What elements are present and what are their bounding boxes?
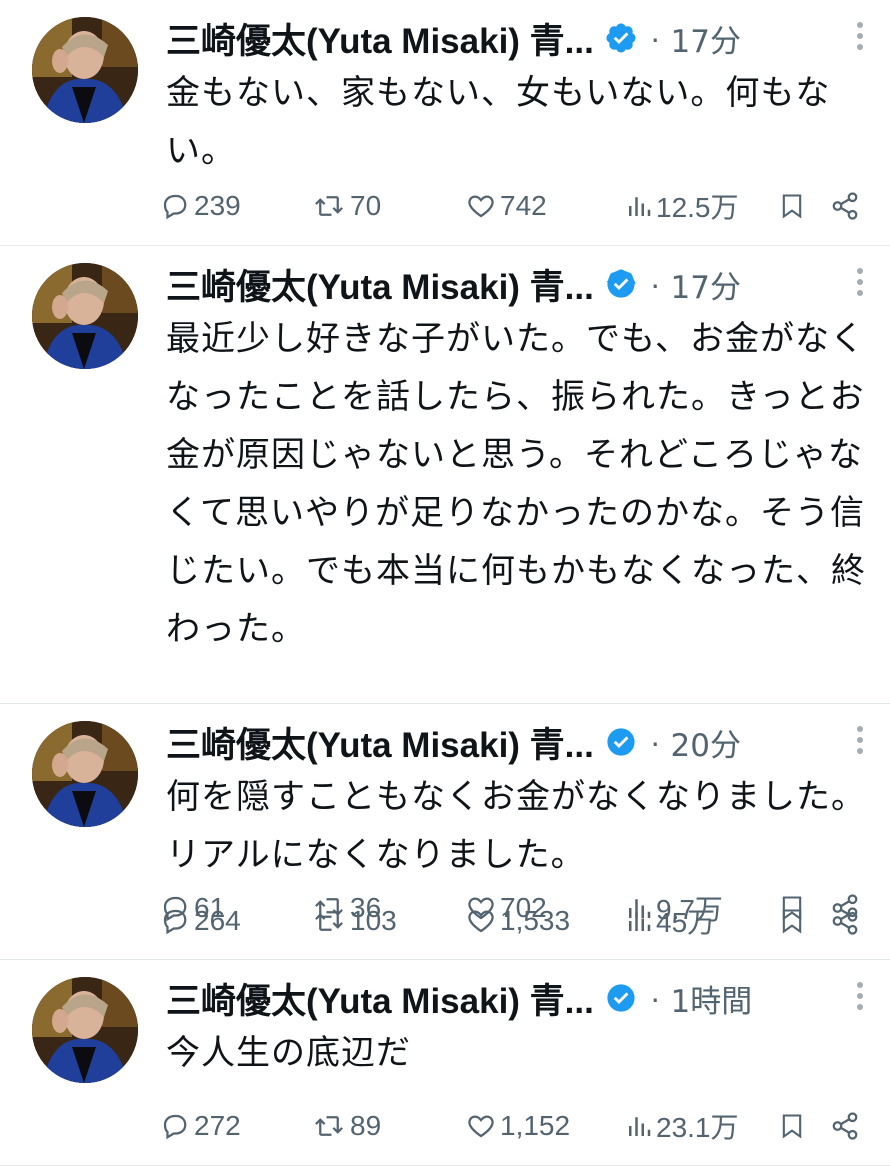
action-bar: 264 103 1,533 45万 xyxy=(0,901,890,941)
author-name[interactable]: 三崎優太(Yuta Misaki) 青... xyxy=(166,973,594,1024)
retweet-count: 103 xyxy=(350,905,397,936)
heart-icon xyxy=(468,910,494,933)
avatar[interactable] xyxy=(32,17,138,123)
views-button[interactable]: 23.1万 xyxy=(626,1106,739,1146)
share-icon xyxy=(832,192,858,220)
retweet-button[interactable]: 103 xyxy=(312,901,397,941)
tweet-text: 何を隠すこともなくお金がなくなりました。リアルになくなりました。 xyxy=(166,777,866,875)
share-button[interactable] xyxy=(830,186,860,226)
tweet[interactable]: 三崎優太(Yuta Misaki) 青... · 20分 何を隠すこともなくお金… xyxy=(0,704,890,960)
more-options-icon[interactable] xyxy=(852,982,868,1018)
tweet[interactable]: 三崎優太(Yuta Misaki) 青... · 1時間 今人生の底辺だ 272… xyxy=(0,960,890,1166)
tweet[interactable]: 三崎優太(Yuta Misaki) 青... · 17分 金もない、家もない、女… xyxy=(0,0,890,246)
reply-icon xyxy=(163,909,187,935)
like-count: 742 xyxy=(500,190,547,221)
views-button[interactable]: 45万 xyxy=(626,901,715,941)
reply-count: 272 xyxy=(194,1110,241,1141)
verified-badge-icon xyxy=(606,23,636,53)
share-icon xyxy=(832,907,858,935)
bookmark-icon xyxy=(782,909,802,934)
views-count: 12.5万 xyxy=(656,192,739,223)
reply-button[interactable]: 272 xyxy=(160,1106,241,1146)
bookmark-button[interactable] xyxy=(778,1106,806,1146)
tweet-text: 金もない、家もない、女もいない。何もない。 xyxy=(166,73,831,171)
more-options-icon[interactable] xyxy=(852,22,868,58)
verified-badge-icon xyxy=(607,728,635,756)
views-button[interactable]: 12.5万 xyxy=(626,186,739,226)
retweet-icon xyxy=(315,1116,343,1136)
like-button[interactable]: 742 xyxy=(466,186,547,226)
tweet-feed: 三崎優太(Yuta Misaki) 青... · 17分 金もない、家もない、女… xyxy=(0,0,890,1166)
author-name[interactable]: 三崎優太(Yuta Misaki) 青... xyxy=(166,717,594,768)
reply-icon xyxy=(163,1114,187,1140)
separator-dot: · xyxy=(649,19,661,56)
retweet-count: 70 xyxy=(350,190,382,221)
timestamp[interactable]: 1時間 xyxy=(671,976,753,1021)
views-count: 23.1万 xyxy=(656,1112,739,1143)
reply-icon xyxy=(163,194,187,220)
reply-count: 239 xyxy=(194,190,241,221)
author-name[interactable]: 三崎優太(Yuta Misaki) 青... xyxy=(166,259,594,310)
separator-dot: · xyxy=(649,265,661,302)
avatar[interactable] xyxy=(32,977,138,1083)
reply-button[interactable]: 264 xyxy=(160,901,241,941)
retweet-button[interactable]: 89 xyxy=(312,1106,381,1146)
more-options-icon[interactable] xyxy=(852,726,868,762)
tweet-text: 最近少し好きな子がいた。でも、お金がなくなったことを話したら、振られた。きっとお… xyxy=(166,319,866,649)
bookmark-icon xyxy=(782,1114,802,1139)
tweet-text: 今人生の底辺だ xyxy=(166,1033,411,1073)
avatar[interactable] xyxy=(32,263,138,369)
retweet-icon xyxy=(315,196,343,216)
like-count: 1,533 xyxy=(500,905,571,936)
views-chart-icon xyxy=(629,912,651,931)
views-count: 45万 xyxy=(656,907,716,938)
retweet-count: 89 xyxy=(350,1110,382,1141)
share-icon xyxy=(832,1112,858,1140)
like-button[interactable]: 1,533 xyxy=(466,901,570,941)
heart-icon xyxy=(468,195,494,218)
tweet-header: 三崎優太(Yuta Misaki) 青... · 20分 xyxy=(166,716,860,768)
retweet-button[interactable]: 70 xyxy=(312,186,381,226)
like-count: 1,152 xyxy=(500,1110,571,1141)
action-bar: 239 70 742 12.5万 xyxy=(0,186,890,226)
retweet-icon xyxy=(315,911,343,931)
like-button[interactable]: 1,152 xyxy=(466,1106,570,1146)
separator-dot: · xyxy=(649,979,661,1016)
share-button[interactable] xyxy=(830,1106,860,1146)
separator-dot: · xyxy=(649,723,661,760)
timestamp[interactable]: 17分 xyxy=(671,16,741,61)
author-name[interactable]: 三崎優太(Yuta Misaki) 青... xyxy=(166,13,594,64)
verified-badge-icon xyxy=(607,984,635,1012)
tweet-header: 三崎優太(Yuta Misaki) 青... · 1時間 xyxy=(166,972,860,1024)
avatar[interactable] xyxy=(32,721,138,827)
timestamp[interactable]: 17分 xyxy=(671,262,741,307)
reply-count: 264 xyxy=(194,905,241,936)
verified-badge-icon xyxy=(606,269,636,298)
reply-button[interactable]: 239 xyxy=(160,186,241,226)
more-options-icon[interactable] xyxy=(852,268,868,304)
tweet-header: 三崎優太(Yuta Misaki) 青... · 17分 xyxy=(166,258,860,310)
views-chart-icon xyxy=(629,1117,651,1136)
heart-icon xyxy=(468,1115,494,1138)
bookmark-button[interactable] xyxy=(778,186,806,226)
timestamp[interactable]: 20分 xyxy=(671,720,741,765)
action-bar: 272 89 1,152 23.1万 xyxy=(0,1106,890,1146)
tweet-header: 三崎優太(Yuta Misaki) 青... · 17分 xyxy=(166,12,860,64)
views-chart-icon xyxy=(629,197,651,216)
bookmark-button[interactable] xyxy=(778,901,806,941)
tweet[interactable]: 三崎優太(Yuta Misaki) 青... · 17分 最近少し好きな子がいた… xyxy=(0,246,890,925)
share-button[interactable] xyxy=(830,901,860,941)
bookmark-icon xyxy=(782,194,802,219)
